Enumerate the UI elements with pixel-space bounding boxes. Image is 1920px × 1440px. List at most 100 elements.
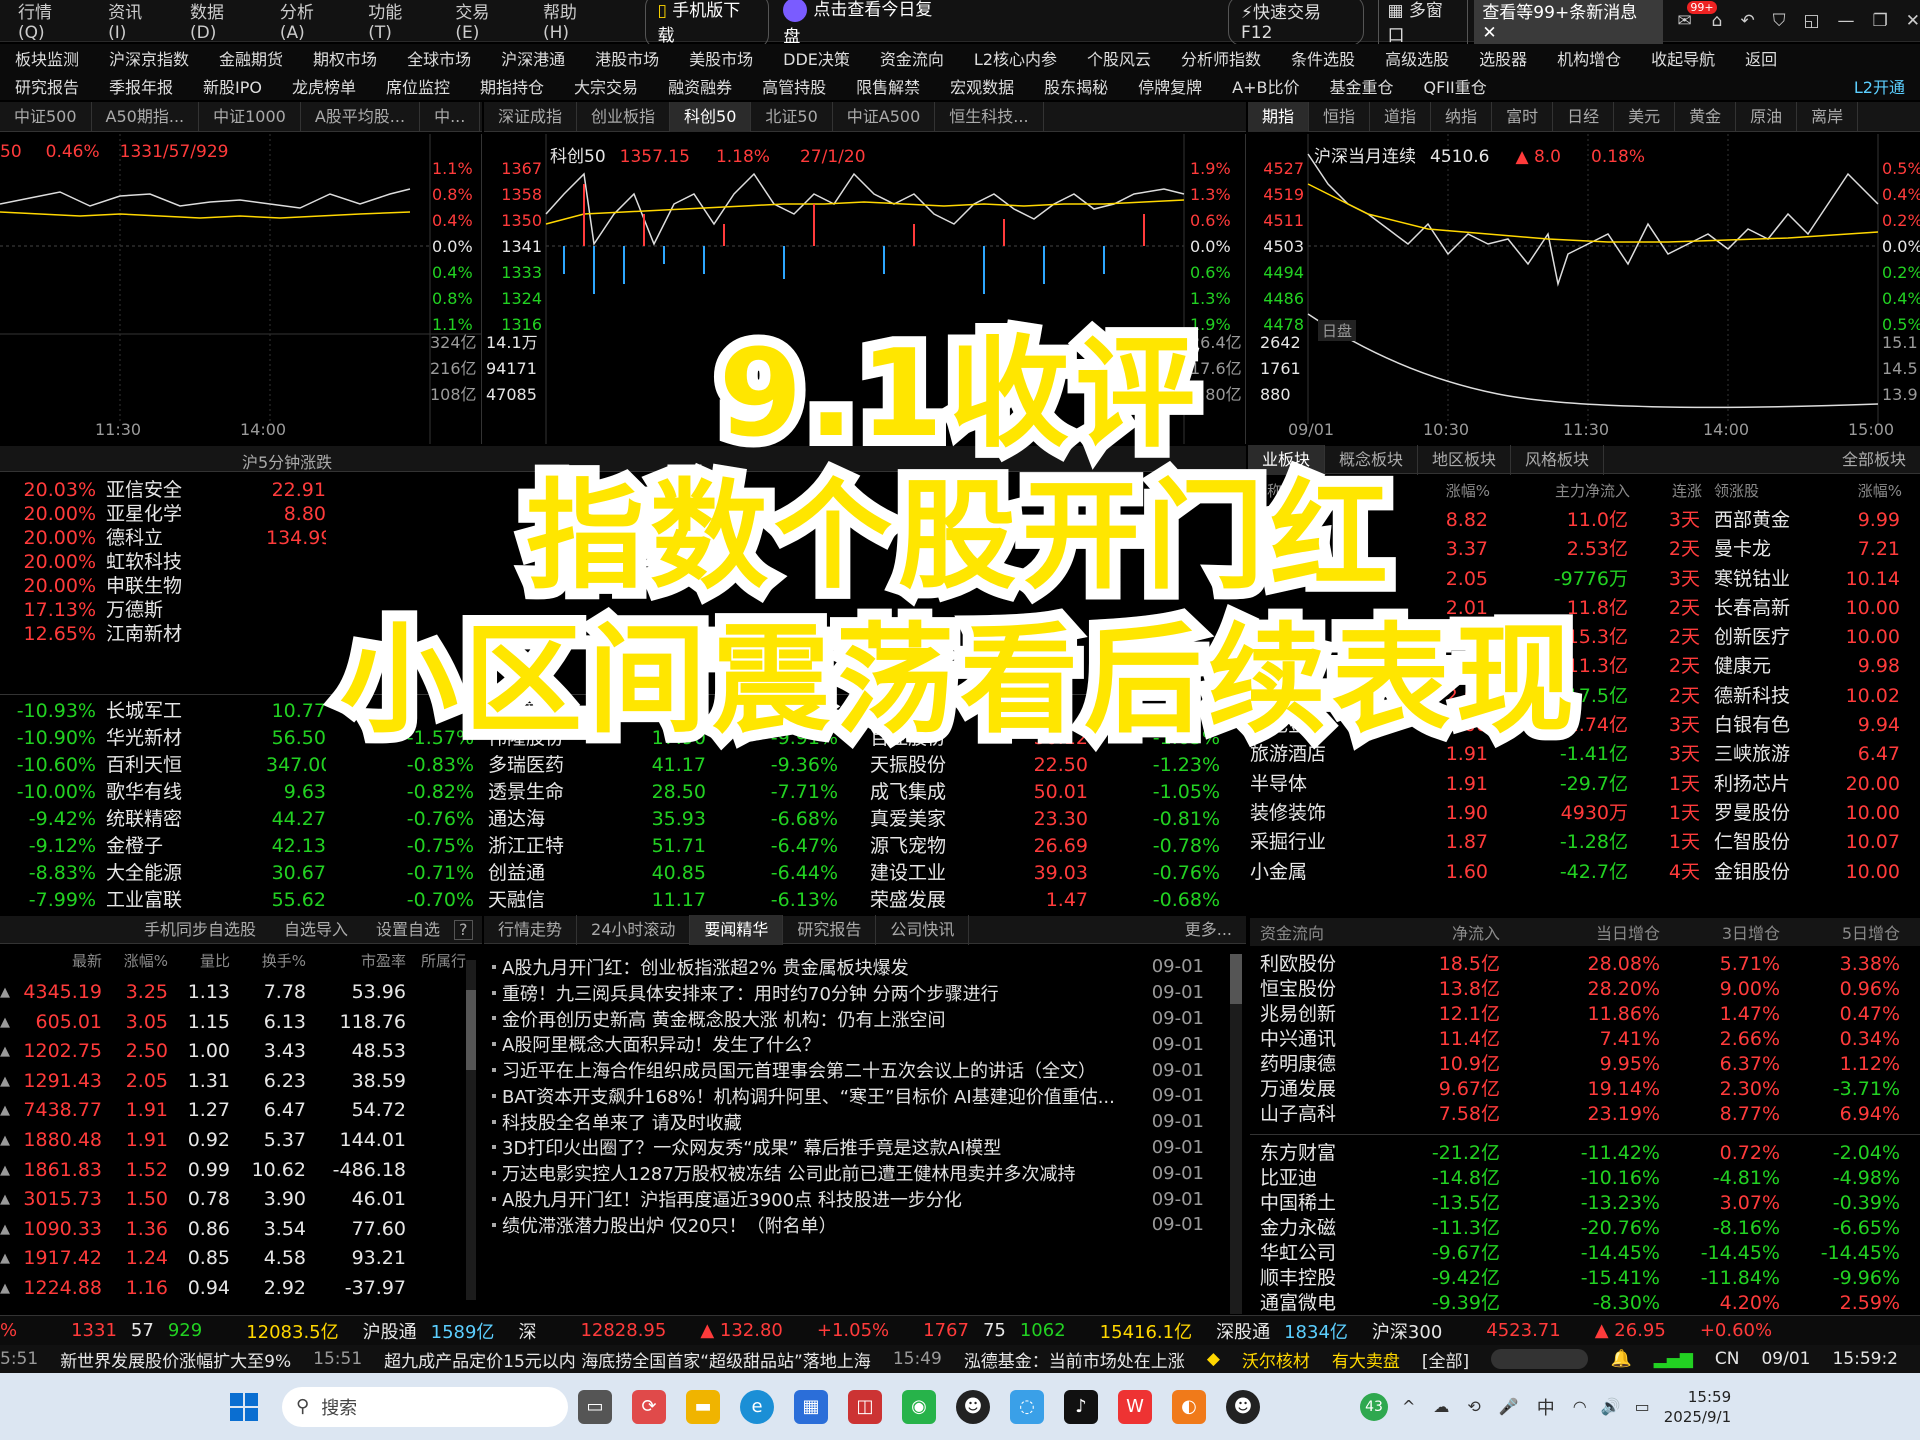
store-icon[interactable]: ▦ <box>794 1389 828 1424</box>
taskbar-search[interactable]: ⚲ 搜索 <box>282 1386 568 1427</box>
nav-item[interactable]: 条件选股 <box>1291 46 1355 70</box>
nav-item[interactable]: 返回 <box>1745 46 1777 70</box>
bell-icon[interactable]: ▲ <box>0 1126 14 1156</box>
bell-icon[interactable]: ▲ <box>0 1274 14 1304</box>
table-row[interactable]: 比亚迪 -14.8亿 -10.16% -4.81% -4.98% <box>1250 1166 1920 1191</box>
messages-button[interactable]: 查看等99+条新消息 ✕ <box>1474 0 1664 45</box>
menu-item[interactable]: 行情(Q) <box>18 0 78 43</box>
list-item[interactable]: -9.42% 统联精密 44.27 -0.76% <box>0 806 480 833</box>
col-header[interactable]: 最新 <box>0 950 102 971</box>
nav-item[interactable]: 资金流向 <box>880 46 944 70</box>
table-row[interactable]: ▲ 3015.73 1.50 0.78 3.90 46.01 <box>0 1185 470 1215</box>
tab[interactable]: 富时 <box>1492 101 1554 132</box>
nav-item[interactable]: L2核心内参 <box>974 46 1057 70</box>
app-icon[interactable]: ◐ <box>1172 1389 1206 1424</box>
tab[interactable]: 24小时滚动 <box>577 914 691 945</box>
list-item[interactable]: 真爱美家 23.30 -0.81% <box>866 806 1246 833</box>
tab[interactable]: 道指 <box>1370 101 1432 132</box>
tab[interactable]: 自选导入 <box>270 915 362 945</box>
cloud-icon[interactable]: ☁ <box>1433 1397 1449 1416</box>
tab[interactable]: 恒生科技... <box>935 101 1044 132</box>
list-item[interactable]: -10.60% 百利天恒 347.00 -0.83% <box>0 752 480 779</box>
nav-item[interactable]: 板块监测 <box>15 46 79 70</box>
news-scrollbar[interactable] <box>1230 954 1242 1314</box>
app-icon[interactable]: ◫ <box>848 1389 882 1424</box>
col-header[interactable]: 市盈率 <box>306 950 406 971</box>
col-header[interactable]: 净流入 <box>1380 920 1500 944</box>
table-row[interactable]: 半导体 1.91 -29.7亿 1天 利扬芯片 20.00 <box>1250 770 1920 799</box>
close-icon[interactable]: ✕ <box>1482 23 1496 43</box>
table-row[interactable]: 装修装饰 1.90 4930万 1天 罗曼股份 10.00 <box>1250 799 1920 828</box>
list-item[interactable]: 浙江正特 51.71 -6.47% <box>484 833 864 860</box>
tiktok-icon[interactable]: ♪ <box>1064 1389 1098 1424</box>
bell-icon[interactable]: ▲ <box>0 1067 14 1097</box>
menu-item[interactable]: 资讯(I) <box>108 0 160 43</box>
nav-item[interactable]: 机构增仓 <box>1557 46 1621 70</box>
quick-trade-button[interactable]: ⚡快速交易F12 <box>1228 0 1365 46</box>
tab[interactable]: 研究报告 <box>783 914 877 945</box>
task-view-icon[interactable]: ▭ <box>578 1389 612 1424</box>
chevron-up-icon[interactable]: ^ <box>1402 1397 1415 1416</box>
window-close-icon[interactable]: ✕ <box>1906 11 1920 31</box>
table-row[interactable]: ▲ 1202.75 2.50 1.00 3.43 48.53 <box>0 1037 470 1067</box>
bell-icon[interactable]: ▲ <box>0 1008 14 1038</box>
list-item[interactable]: -8.83% 大全能源 30.67 -0.71% <box>0 860 480 887</box>
table-row[interactable]: 通富微电 -9.39亿 -8.30% 4.20% 2.59% <box>1250 1291 1920 1316</box>
list-item[interactable]: 成飞集成 50.01 -1.05% <box>866 779 1246 806</box>
tab[interactable]: 创业板指 <box>577 101 671 132</box>
list-item[interactable]: 源飞宠物 26.69 -0.78% <box>866 833 1246 860</box>
table-row[interactable]: 华虹公司 -9.67亿 -14.45% -14.45% -14.45% <box>1250 1241 1920 1266</box>
table-row[interactable]: 中兴通讯 11.4亿 7.41% 2.66% 0.34% <box>1250 1027 1920 1052</box>
news-item[interactable]: A股阿里概念大面积异动！发生了什么？ 09-01 <box>484 1031 1224 1057</box>
nav-item[interactable]: 全球市场 <box>407 46 471 70</box>
nav-item[interactable]: 龙虎榜单 <box>292 74 356 98</box>
tab[interactable]: 设置自选 <box>362 915 454 945</box>
col-header[interactable]: 量比 <box>168 950 230 971</box>
tab[interactable]: 中证1000 <box>199 101 301 132</box>
mobile-download-button[interactable]: ▯ 手机版下载 <box>644 0 770 49</box>
help-icon[interactable]: ? <box>454 919 473 940</box>
list-item[interactable]: -9.12% 金橙子 42.13 -0.75% <box>0 833 480 860</box>
list-item[interactable]: 天融信 11.17 -6.13% <box>484 887 864 914</box>
wechat-icon[interactable]: ◉ <box>902 1389 936 1424</box>
tab[interactable]: 期指 <box>1248 101 1310 132</box>
nav-item[interactable]: 融资融券 <box>668 74 732 98</box>
tab[interactable]: 要闻精华 <box>690 914 784 945</box>
nav-item[interactable]: DDE决策 <box>783 46 850 70</box>
list-item[interactable]: 天振股份 22.50 -1.23% <box>866 752 1246 779</box>
nav-item[interactable]: 分析师指数 <box>1181 46 1261 70</box>
nav-item[interactable]: 研究报告 <box>15 74 79 98</box>
layout-icon[interactable]: ◱ <box>1803 11 1819 31</box>
news-item[interactable]: 绩优滞涨潜力股出炉 仅20只！（附名单） 09-01 <box>484 1212 1224 1238</box>
tab[interactable]: 行情走势 <box>484 914 578 945</box>
nav-item[interactable]: 季报年报 <box>109 74 173 98</box>
news-item[interactable]: 科技股全名单来了 请及时收藏 09-01 <box>484 1109 1224 1135</box>
nav-item[interactable]: 高管持股 <box>762 74 826 98</box>
table-row[interactable]: 顺丰控股 -9.42亿 -15.41% -11.84% -9.96% <box>1250 1266 1920 1291</box>
tab[interactable]: 科创50 <box>670 101 752 132</box>
table-row[interactable]: ▲ 605.01 3.05 1.15 6.13 118.76 <box>0 1008 470 1038</box>
ticker-search-input[interactable] <box>1491 1349 1589 1369</box>
menu-item[interactable]: 功能(T) <box>368 0 425 43</box>
table-row[interactable]: 兆易创新 12.1亿 11.86% 1.47% 0.47% <box>1250 1002 1920 1027</box>
list-item[interactable]: -7.99% 工业富联 55.62 -0.70% <box>0 887 480 914</box>
nav-item[interactable]: 期指持仓 <box>480 74 544 98</box>
app-icon[interactable]: ⟳ <box>632 1389 666 1424</box>
status-item[interactable]: 深股通 <box>1216 1318 1270 1344</box>
more-link[interactable]: 更多... <box>1171 915 1246 945</box>
wps-icon[interactable]: W <box>1118 1389 1152 1424</box>
nav-item[interactable]: 停牌复牌 <box>1138 74 1202 98</box>
table-row[interactable]: ▲ 1090.33 1.36 0.86 3.54 77.60 <box>0 1215 470 1245</box>
restore-icon[interactable]: ❐ <box>1873 11 1888 31</box>
scrollbar[interactable] <box>466 960 476 1300</box>
chat-icon[interactable]: ◌ <box>1010 1389 1044 1424</box>
news-item[interactable]: BAT资本开支飙升168%！机构调升阿里、“寒王”目标价 AI基建迎价值重估..… <box>484 1083 1224 1109</box>
notification-badge[interactable]: 43 <box>1360 1392 1388 1421</box>
table-row[interactable]: 药明康德 10.9亿 9.95% 6.37% 1.12% <box>1250 1052 1920 1077</box>
table-row[interactable]: ▲ 4345.19 3.25 1.13 7.78 53.96 <box>0 978 470 1008</box>
news-item[interactable]: 3D打印火出圈了？一众网友秀“成果” 幕后推手竟是这款AI模型 09-01 <box>484 1135 1224 1161</box>
col-header[interactable]: 所属行 <box>406 950 466 971</box>
col-header[interactable]: 3日增仓 <box>1660 920 1780 944</box>
start-icon[interactable] <box>230 1392 258 1421</box>
tab[interactable]: A股平均股... <box>301 101 421 132</box>
